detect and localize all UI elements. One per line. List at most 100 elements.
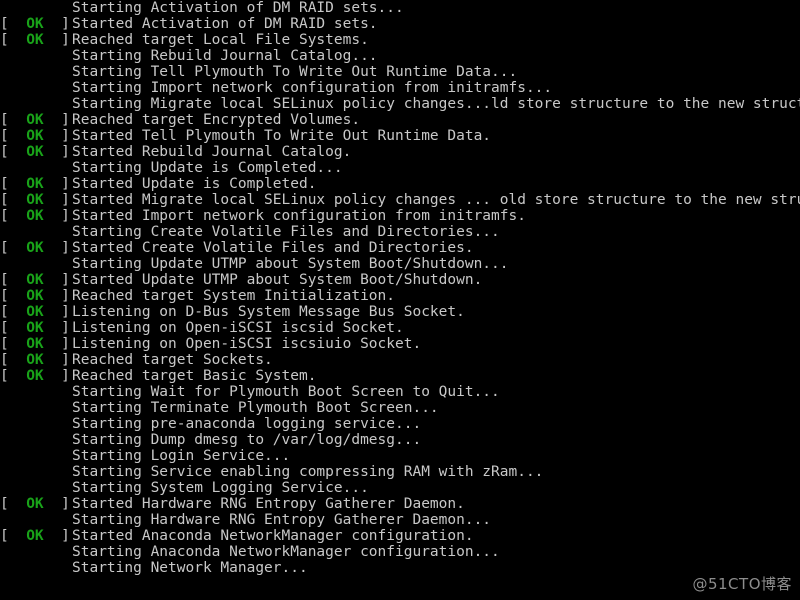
boot-log-line: Starting Create Volatile Files and Direc…: [0, 224, 800, 240]
bracket-close: ]: [43, 176, 70, 192]
boot-log-message: Starting pre-anaconda logging service...: [72, 416, 422, 432]
boot-log-line: [ OK ] Reached target Encrypted Volumes.: [0, 112, 800, 128]
status-badge-ok: [ OK ]: [0, 288, 72, 304]
bracket-close: ]: [43, 496, 70, 512]
bracket-close: ]: [43, 352, 70, 368]
boot-log-line: Starting Activation of DM RAID sets...: [0, 0, 800, 16]
boot-log-message: Started Update is Completed.: [72, 176, 317, 192]
boot-log-message: Started Anaconda NetworkManager configur…: [72, 528, 474, 544]
bracket-open: [: [0, 32, 27, 48]
bracket-open: [: [0, 320, 27, 336]
boot-log-message: Starting Hardware RNG Entropy Gatherer D…: [72, 512, 492, 528]
bracket-open: [: [0, 128, 27, 144]
boot-log-line: [ OK ] Reached target Sockets.: [0, 352, 800, 368]
boot-log-message: Started Migrate local SELinux policy cha…: [72, 192, 800, 208]
boot-log-line: Starting Wait for Plymouth Boot Screen t…: [0, 384, 800, 400]
boot-log-message: Starting Dump dmesg to /var/log/dmesg...: [72, 432, 422, 448]
boot-log-message: Started Tell Plymouth To Write Out Runti…: [72, 128, 492, 144]
status-badge-ok: [ OK ]: [0, 352, 72, 368]
bracket-open: [: [0, 336, 27, 352]
status-badge-none: [0, 224, 72, 240]
ok-label: OK: [26, 336, 44, 352]
status-badge-none: [0, 544, 72, 560]
boot-log-line: [ OK ] Listening on Open-iSCSI iscsid Soc…: [0, 320, 800, 336]
bracket-close: ]: [43, 16, 70, 32]
status-badge-none: [0, 64, 72, 80]
boot-log-line: Starting Import network configuration fr…: [0, 80, 800, 96]
boot-log-line: Starting Tell Plymouth To Write Out Runt…: [0, 64, 800, 80]
boot-log-line: Starting Update UTMP about System Boot/S…: [0, 256, 800, 272]
boot-log-message: Started Update UTMP about System Boot/Sh…: [72, 272, 483, 288]
boot-log-line: Starting Login Service...: [0, 448, 800, 464]
ok-label: OK: [26, 368, 44, 384]
bracket-close: ]: [43, 32, 70, 48]
bracket-open: [: [0, 208, 27, 224]
bracket-open: [: [0, 288, 27, 304]
status-badge-ok: [ OK ]: [0, 176, 72, 192]
bracket-open: [: [0, 16, 27, 32]
boot-log-line: Starting Anaconda NetworkManager configu…: [0, 544, 800, 560]
boot-log-line: Starting pre-anaconda logging service...: [0, 416, 800, 432]
bracket-open: [: [0, 272, 27, 288]
bracket-close: ]: [43, 304, 70, 320]
boot-log-line: [ OK ] Started Rebuild Journal Catalog.: [0, 144, 800, 160]
boot-log-message: Started Activation of DM RAID sets.: [72, 16, 378, 32]
boot-log-line: Starting Dump dmesg to /var/log/dmesg...: [0, 432, 800, 448]
boot-log-line: [ OK ] Reached target Basic System.: [0, 368, 800, 384]
bracket-close: ]: [43, 144, 70, 160]
status-badge-ok: [ OK ]: [0, 336, 72, 352]
status-badge-none: [0, 256, 72, 272]
boot-log-message: Started Hardware RNG Entropy Gatherer Da…: [72, 496, 465, 512]
bracket-open: [: [0, 496, 27, 512]
boot-log-line: [ OK ] Listening on D-Bus System Message …: [0, 304, 800, 320]
status-badge-none: [0, 48, 72, 64]
status-badge-none: [0, 512, 72, 528]
bracket-open: [: [0, 240, 27, 256]
boot-log-message: Starting Anaconda NetworkManager configu…: [72, 544, 500, 560]
boot-log-message: Starting Migrate local SELinux policy ch…: [72, 96, 800, 112]
boot-log-message: Reached target Encrypted Volumes.: [72, 112, 361, 128]
status-badge-none: [0, 448, 72, 464]
status-badge-ok: [ OK ]: [0, 272, 72, 288]
boot-log-message: Starting Update UTMP about System Boot/S…: [72, 256, 509, 272]
bracket-close: ]: [43, 192, 70, 208]
boot-log-line: [ OK ] Started Anaconda NetworkManager co…: [0, 528, 800, 544]
boot-log-message: Listening on Open-iSCSI iscsid Socket.: [72, 320, 404, 336]
boot-log-message: Reached target Local File Systems.: [72, 32, 369, 48]
status-badge-ok: [ OK ]: [0, 144, 72, 160]
bracket-close: ]: [43, 240, 70, 256]
status-badge-none: [0, 96, 72, 112]
boot-log-line: [ OK ] Started Import network configurati…: [0, 208, 800, 224]
boot-log-message: Started Import network configuration fro…: [72, 208, 526, 224]
bracket-close: ]: [43, 208, 70, 224]
boot-log-message: Started Rebuild Journal Catalog.: [72, 144, 352, 160]
boot-log-line: Starting Rebuild Journal Catalog...: [0, 48, 800, 64]
boot-log-message: Starting Terminate Plymouth Boot Screen.…: [72, 400, 439, 416]
boot-log-line: Starting Update is Completed...: [0, 160, 800, 176]
ok-label: OK: [26, 176, 44, 192]
bracket-close: ]: [43, 272, 70, 288]
status-badge-ok: [ OK ]: [0, 112, 72, 128]
ok-label: OK: [26, 320, 44, 336]
bracket-open: [: [0, 192, 27, 208]
boot-console: Starting Activation of DM RAID sets... [ …: [0, 0, 800, 600]
status-badge-none: [0, 560, 72, 576]
boot-log-message: Starting Create Volatile Files and Direc…: [72, 224, 500, 240]
boot-log-line: Starting Migrate local SELinux policy ch…: [0, 96, 800, 112]
status-badge-ok: [ OK ]: [0, 208, 72, 224]
ok-label: OK: [26, 240, 44, 256]
boot-log-line: Starting Terminate Plymouth Boot Screen.…: [0, 400, 800, 416]
ok-label: OK: [26, 112, 44, 128]
boot-log-message: Reached target Basic System.: [72, 368, 317, 384]
status-badge-ok: [ OK ]: [0, 240, 72, 256]
boot-log-line: [ OK ] Started Create Volatile Files and …: [0, 240, 800, 256]
ok-label: OK: [26, 496, 44, 512]
boot-log-message: Starting Import network configuration fr…: [72, 80, 553, 96]
ok-label: OK: [26, 208, 44, 224]
bracket-close: ]: [43, 368, 70, 384]
ok-label: OK: [26, 288, 44, 304]
status-badge-none: [0, 384, 72, 400]
ok-label: OK: [26, 192, 44, 208]
status-badge-none: [0, 480, 72, 496]
boot-log-line: [ OK ] Reached target Local File Systems.: [0, 32, 800, 48]
